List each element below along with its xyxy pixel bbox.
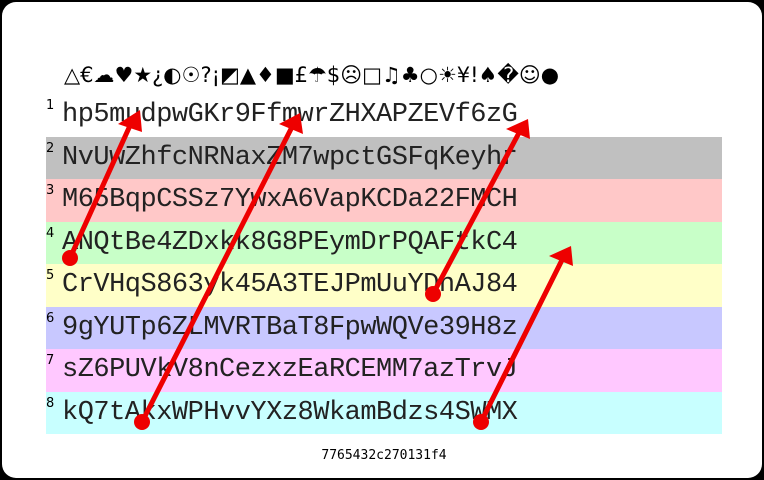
row-text: hp5mudpwGKr9FfmwrZHXAPZEVf6zG bbox=[62, 100, 518, 130]
row-text: kQ7tAkxWPHvvYXz8WkamBdzs4SWMX bbox=[62, 397, 518, 428]
row-8: 8 kQ7tAkxWPHvvYXz8WkamBdzs4SWMX bbox=[46, 391, 722, 434]
row-number: 6 bbox=[46, 310, 55, 326]
row-text: NvUwZhfcNRNaxZM7wpctGSFqKeyhr bbox=[62, 142, 518, 173]
row-number: 3 bbox=[46, 183, 55, 198]
row-2: 2 NvUwZhfcNRNaxZM7wpctGSFqKeyhr bbox=[46, 136, 722, 179]
row-1: 1 hp5mudpwGKr9FfmwrZHXAPZEVf6zG bbox=[46, 94, 722, 137]
symbol-string: △€☁♥★¿◐☉?¡◩▲♦■£☂$☹□♫♣○☀¥!♠�☺● bbox=[64, 63, 560, 87]
footer-code: 7765432c270131f4 bbox=[321, 448, 447, 463]
puzzle-card: △€☁♥★¿◐☉?¡◩▲♦■£☂$☹□♫♣○☀¥!♠�☺● 1 hp5mudpw… bbox=[2, 2, 762, 478]
row-number: 5 bbox=[46, 268, 55, 283]
row-number: 7 bbox=[46, 353, 55, 368]
row-number: 2 bbox=[46, 140, 55, 156]
row-text: sZ6PUVkV8nCezxzEaRCEMM7azTrvJ bbox=[62, 355, 518, 385]
row-7: 7 sZ6PUVkV8nCezxzEaRCEMM7azTrvJ bbox=[46, 349, 722, 392]
row-text: CrVHqS863yk45A3TEJPmUuYDnAJ84 bbox=[62, 270, 518, 300]
row-text: 9gYUTp6ZLMVRTBaT8FpwWQVe39H8z bbox=[62, 312, 518, 343]
row-4: 4 ANQtBe4ZDxkk8G8PEymDrPQAFtkC4 bbox=[46, 221, 722, 264]
character-grid: 1 hp5mudpwGKr9FfmwrZHXAPZEVf6zG 2 NvUwZh… bbox=[46, 94, 722, 434]
row-3: 3 M65BqpCSSz7YwxA6VapKCDa22FMCH bbox=[46, 179, 722, 222]
row-text: M65BqpCSSz7YwxA6VapKCDa22FMCH bbox=[62, 185, 518, 215]
row-5: 5 CrVHqS863yk45A3TEJPmUuYDnAJ84 bbox=[46, 264, 722, 307]
row-text: ANQtBe4ZDxkk8G8PEymDrPQAFtkC4 bbox=[62, 227, 518, 258]
row-number: 4 bbox=[46, 225, 55, 241]
row-number: 8 bbox=[46, 395, 55, 411]
row-number: 1 bbox=[46, 98, 55, 113]
row-6: 6 9gYUTp6ZLMVRTBaT8FpwWQVe39H8z bbox=[46, 306, 722, 349]
